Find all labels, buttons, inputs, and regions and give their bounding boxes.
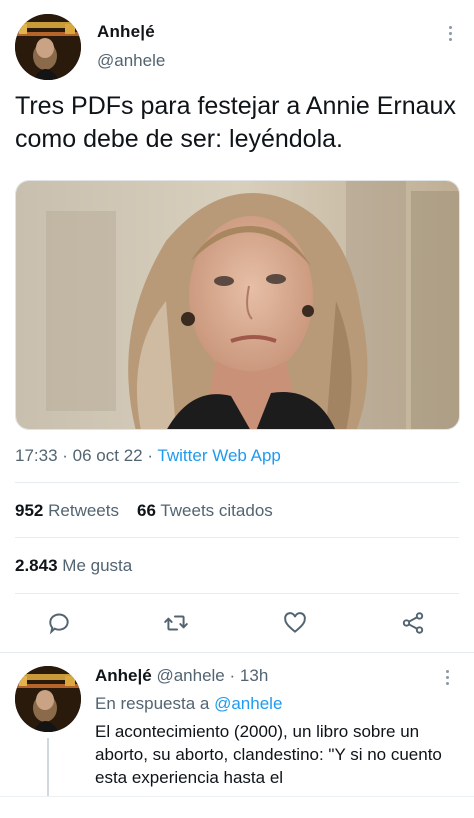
divider bbox=[15, 593, 459, 594]
reply-tweet[interactable]: Anhe|é @anhele · 13h En respuesta a @anh… bbox=[0, 656, 474, 798]
tweet-time[interactable]: 17:33 bbox=[15, 446, 58, 465]
in-reply-to: En respuesta a @anhele bbox=[95, 694, 283, 713]
in-reply-to-handle[interactable]: @anhele bbox=[214, 694, 282, 713]
more-options-icon[interactable] bbox=[447, 26, 453, 46]
reply-author-handle[interactable]: @anhele bbox=[156, 666, 224, 685]
reply-dot: · bbox=[229, 666, 236, 685]
author-avatar[interactable] bbox=[15, 14, 81, 80]
author-name[interactable]: Anhe|é bbox=[97, 22, 155, 42]
share-icon[interactable] bbox=[400, 610, 428, 638]
likes-stat[interactable]: 2.843 Me gusta bbox=[15, 556, 132, 576]
reply-icon[interactable] bbox=[46, 610, 74, 638]
tweet-date[interactable]: 06 oct 22 bbox=[73, 446, 143, 465]
thread-line bbox=[47, 738, 49, 798]
divider bbox=[0, 652, 474, 653]
tweet-header: Anhe|é @anhele bbox=[15, 14, 459, 82]
tweet-actions bbox=[0, 604, 474, 644]
retweet-stats: 952 Retweets 66 Tweets citados bbox=[15, 501, 273, 521]
reply-more-options-icon[interactable] bbox=[444, 670, 450, 690]
bottom-bar bbox=[0, 796, 474, 818]
meta-separator: · bbox=[142, 446, 158, 465]
reply-author-name[interactable]: Anhe|é bbox=[95, 666, 152, 685]
tweet-source[interactable]: Twitter Web App bbox=[157, 446, 280, 465]
quotes-stat[interactable]: 66 Tweets citados bbox=[137, 501, 273, 520]
divider bbox=[15, 537, 459, 538]
divider bbox=[15, 482, 459, 483]
reply-time[interactable]: 13h bbox=[240, 666, 268, 685]
reply-header: Anhe|é @anhele · 13h bbox=[95, 666, 268, 686]
tweet-text: Tres PDFs para festejar a Annie Ernaux c… bbox=[15, 92, 456, 153]
author-handle[interactable]: @anhele bbox=[97, 51, 165, 71]
retweets-stat[interactable]: 952 Retweets bbox=[15, 501, 119, 520]
meta-separator: · bbox=[57, 446, 73, 465]
retweet-icon[interactable] bbox=[163, 610, 191, 638]
reply-text: El acontecimiento (2000), un libro sobre… bbox=[95, 722, 442, 787]
like-icon[interactable] bbox=[282, 610, 310, 638]
reply-author-avatar[interactable] bbox=[15, 666, 81, 732]
tweet-meta: 17:33 · 06 oct 22 · Twitter Web App bbox=[15, 446, 281, 466]
tweet-photo[interactable] bbox=[15, 180, 460, 430]
